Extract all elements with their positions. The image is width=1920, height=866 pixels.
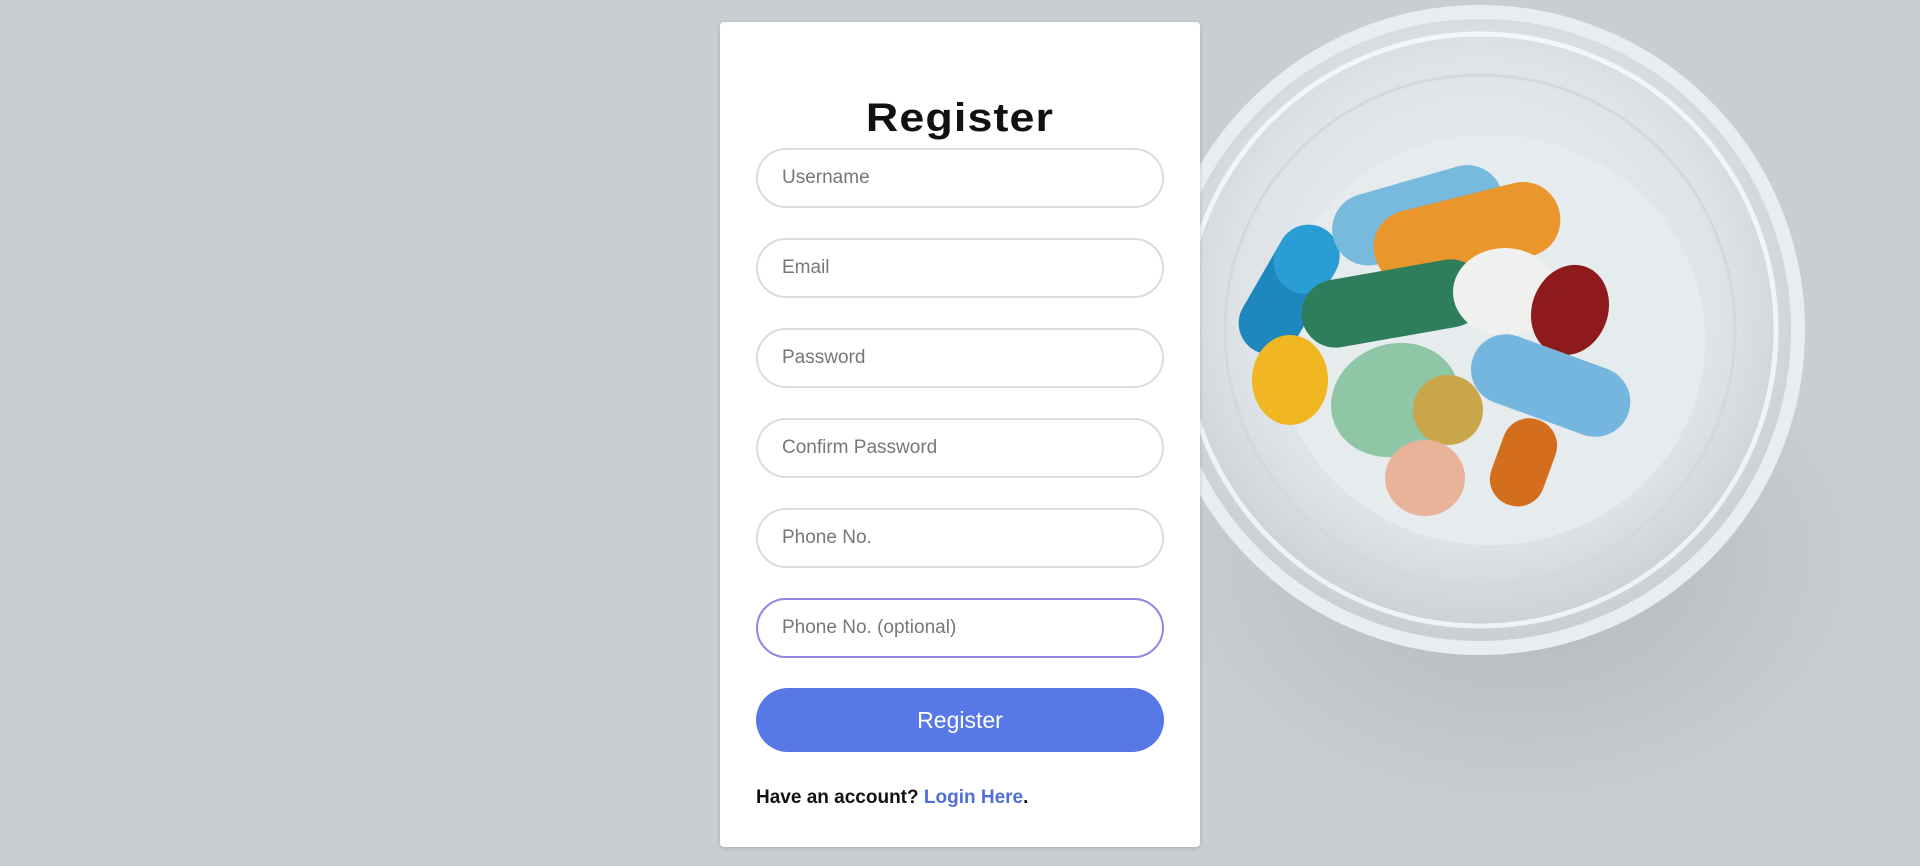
register-title: Register <box>865 96 1055 140</box>
login-prompt-text: Have an account? <box>756 787 919 808</box>
login-prompt-period: . <box>1023 787 1029 808</box>
phone-optional-input[interactable] <box>756 598 1164 658</box>
register-page: Register Register Have an account? Login… <box>0 0 1920 866</box>
phone-input[interactable] <box>756 508 1164 568</box>
confirm-password-input[interactable] <box>756 418 1164 478</box>
register-card: Register Register Have an account? Login… <box>720 22 1200 847</box>
login-link[interactable]: Login Here <box>924 787 1023 808</box>
password-input[interactable] <box>756 328 1164 388</box>
username-input[interactable] <box>756 148 1164 208</box>
register-button[interactable]: Register <box>756 688 1164 752</box>
login-prompt: Have an account? Login Here. <box>756 787 1028 809</box>
email-input[interactable] <box>756 238 1164 298</box>
